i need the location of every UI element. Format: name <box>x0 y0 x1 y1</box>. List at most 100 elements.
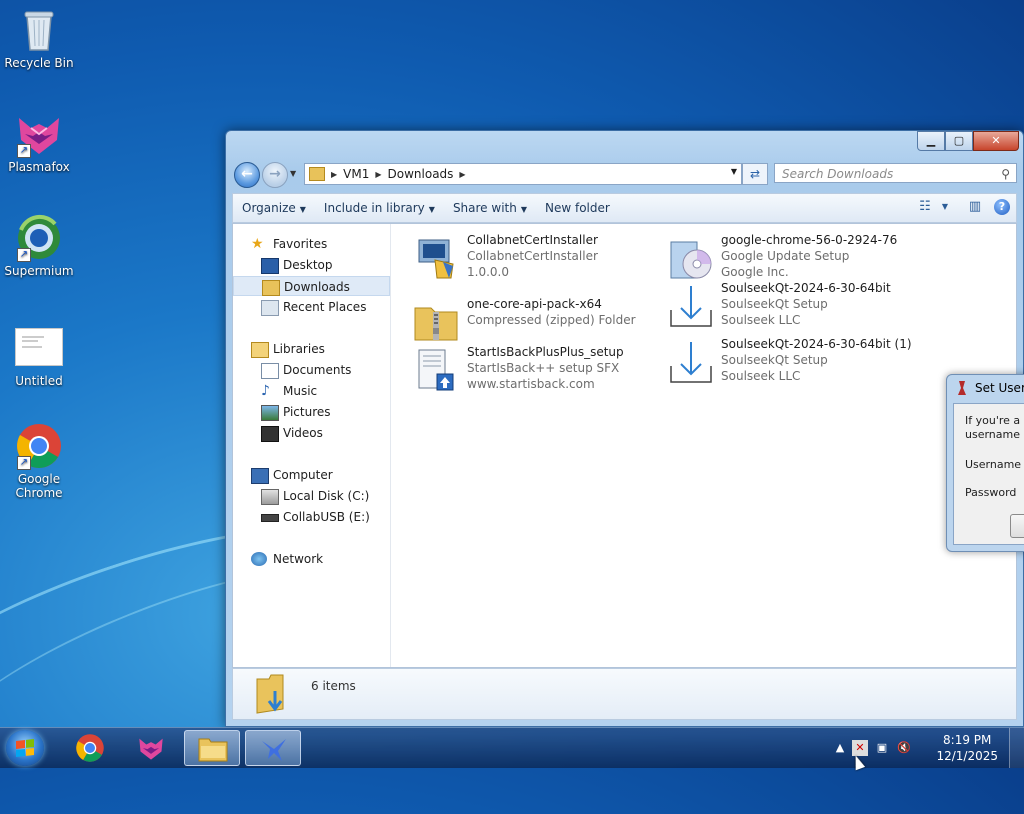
shortcut-arrow-icon: ↗ <box>17 248 31 262</box>
file-list: CollabnetCertInstaller CollabnetCertInst… <box>391 224 1016 667</box>
shortcut-arrow-icon: ↗ <box>17 144 31 158</box>
zip-folder-icon <box>413 298 461 346</box>
usb-drive-icon <box>261 514 279 522</box>
nav-recent-places[interactable]: Recent Places <box>233 297 390 317</box>
address-dropdown-icon[interactable]: ▼ <box>731 167 737 176</box>
nav-music[interactable]: ♪ Music <box>233 381 390 401</box>
dialog-message-line: username an <box>965 428 1024 441</box>
nav-pictures[interactable]: Pictures <box>233 402 390 422</box>
breadcrumb-arrow-icon: ▶ <box>331 169 338 179</box>
breadcrumb-arrow-icon: ▶ <box>375 169 382 179</box>
file-name: SoulseekQt-2024-6-30-64bit <box>721 281 891 295</box>
ok-button[interactable] <box>1010 514 1024 538</box>
start-button[interactable] <box>6 730 44 766</box>
network-status-icon[interactable]: ▣ <box>874 740 890 756</box>
desktop-icon-label: Google Chrome <box>15 472 63 500</box>
forward-button[interactable]: → <box>262 162 288 188</box>
shortcut-arrow-icon: ↗ <box>17 456 31 470</box>
document-icon <box>15 328 63 366</box>
nav-label: Recent Places <box>283 300 367 314</box>
nav-label: Pictures <box>283 405 331 419</box>
nav-local-disk[interactable]: Local Disk (C:) <box>233 486 390 506</box>
new-folder-button[interactable]: New folder <box>536 196 619 220</box>
nav-downloads[interactable]: Downloads <box>233 276 390 296</box>
file-name: google-chrome-56-0-2924-76 <box>721 233 898 247</box>
nav-label: CollabUSB (E:) <box>283 510 370 524</box>
chrome-icon <box>76 734 104 762</box>
preview-pane-icon[interactable]: ▥ <box>962 196 988 218</box>
file-name: one-core-api-pack-x64 <box>467 297 602 311</box>
nav-favorites[interactable]: ★ Favorites <box>233 234 390 254</box>
content-pane: ★ Favorites Desktop Downloads Recent Pla… <box>232 223 1017 668</box>
taskbar-chrome[interactable] <box>62 730 118 766</box>
search-icon: ⚲ <box>1001 167 1010 181</box>
chevron-down-icon: ▼ <box>428 205 435 214</box>
breadcrumb-vm1[interactable]: VM1 <box>343 167 369 181</box>
show-hidden-icons-icon[interactable]: ▲ <box>832 740 848 756</box>
share-with-button[interactable]: Share with ▼ <box>444 196 536 220</box>
file-text: one-core-api-pack-x64 Compressed (zipped… <box>467 296 636 328</box>
file-description: SoulseekQt Setup <box>721 353 828 367</box>
clock[interactable]: 8:19 PM 12/1/2025 <box>936 732 998 764</box>
recent-pages-dropdown[interactable]: ▼ <box>290 169 296 178</box>
organize-button[interactable]: Organize ▼ <box>233 196 315 220</box>
navigation-bar: ← → ▼ ▶ VM1 ▶ Downloads ▶ ▼ ⇄ Search Dow… <box>232 161 1017 188</box>
file-text: SoulseekQt-2024-6-30-64bit SoulseekQt Se… <box>721 280 891 328</box>
nav-label: Downloads <box>284 280 350 294</box>
taskbar-plasmafox[interactable] <box>123 730 179 766</box>
desktop-icon-plasmafox[interactable]: ↗ Plasmafox <box>1 110 77 174</box>
minimize-button[interactable]: ▁ <box>917 131 945 151</box>
file-text: CollabnetCertInstaller CollabnetCertInst… <box>467 232 598 280</box>
window-caption-buttons: ▁ ▢ ✕ <box>917 131 1019 151</box>
nav-label: Computer <box>273 468 333 482</box>
nav-computer[interactable]: Computer <box>233 465 390 485</box>
view-dropdown-icon[interactable]: ▼ <box>938 196 952 218</box>
chevron-down-icon: ▼ <box>520 205 527 214</box>
nav-libraries[interactable]: Libraries <box>233 339 390 359</box>
file-name: CollabnetCertInstaller <box>467 233 598 247</box>
nav-desktop[interactable]: Desktop <box>233 255 390 275</box>
nav-videos[interactable]: Videos <box>233 423 390 443</box>
search-input[interactable]: Search Downloads ⚲ <box>774 163 1017 183</box>
taskbar-soulseek[interactable] <box>245 730 301 766</box>
details-pane: 6 items <box>232 668 1017 720</box>
network-icon <box>251 552 267 566</box>
command-bar: Organize ▼ Include in library ▼ Share with… <box>232 193 1017 223</box>
help-icon[interactable]: ? <box>994 199 1010 215</box>
dialog-title: Set Usern <box>975 381 1024 395</box>
change-view-icon[interactable]: ☷ <box>912 196 938 218</box>
chrome-icon: ↗ <box>15 422 63 470</box>
search-placeholder: Search Downloads <box>782 167 894 181</box>
nav-label: Videos <box>283 426 323 440</box>
refresh-button[interactable]: ⇄ <box>742 163 768 185</box>
maximize-button[interactable]: ▢ <box>945 131 973 151</box>
recent-places-icon <box>261 300 279 316</box>
include-in-library-label: Include in library <box>323 201 425 215</box>
desktop-icon-untitled[interactable]: Untitled <box>1 328 77 388</box>
nav-documents[interactable]: Documents <box>233 360 390 380</box>
taskbar-explorer[interactable] <box>184 730 240 766</box>
back-button[interactable]: ← <box>234 162 260 188</box>
nav-label: Network <box>273 552 324 566</box>
volume-muted-icon[interactable]: 🔇 <box>896 740 912 756</box>
include-in-library-button[interactable]: Include in library ▼ <box>315 196 444 220</box>
libraries-icon <box>251 342 269 358</box>
show-desktop-button[interactable] <box>1009 728 1024 768</box>
address-bar[interactable]: ▶ VM1 ▶ Downloads ▶ ▼ <box>304 163 742 185</box>
breadcrumb-downloads[interactable]: Downloads <box>388 167 454 181</box>
nav-label: Local Disk (C:) <box>283 489 370 503</box>
download-arrow-icon <box>667 338 715 386</box>
share-with-label: Share with <box>452 201 517 215</box>
close-button[interactable]: ✕ <box>973 131 1019 151</box>
file-description: StartIsBack++ setup SFX <box>467 361 620 375</box>
file-version: 1.0.0.0 <box>467 265 509 279</box>
nav-collabusb[interactable]: CollabUSB (E:) <box>233 507 390 527</box>
file-text: SoulseekQt-2024-6-30-64bit (1) SoulseekQ… <box>721 336 912 384</box>
plasmafox-icon: ↗ <box>15 110 63 158</box>
desktop-icon-google-chrome[interactable]: ↗ Google Chrome <box>1 422 77 500</box>
desktop-icon-supermium[interactable]: ↗ Supermium <box>1 214 77 278</box>
file-publisher: Soulseek LLC <box>721 313 801 327</box>
nav-network[interactable]: Network <box>233 549 390 569</box>
desktop-icon <box>261 258 279 274</box>
desktop-icon-recycle-bin[interactable]: Recycle Bin <box>1 6 77 70</box>
